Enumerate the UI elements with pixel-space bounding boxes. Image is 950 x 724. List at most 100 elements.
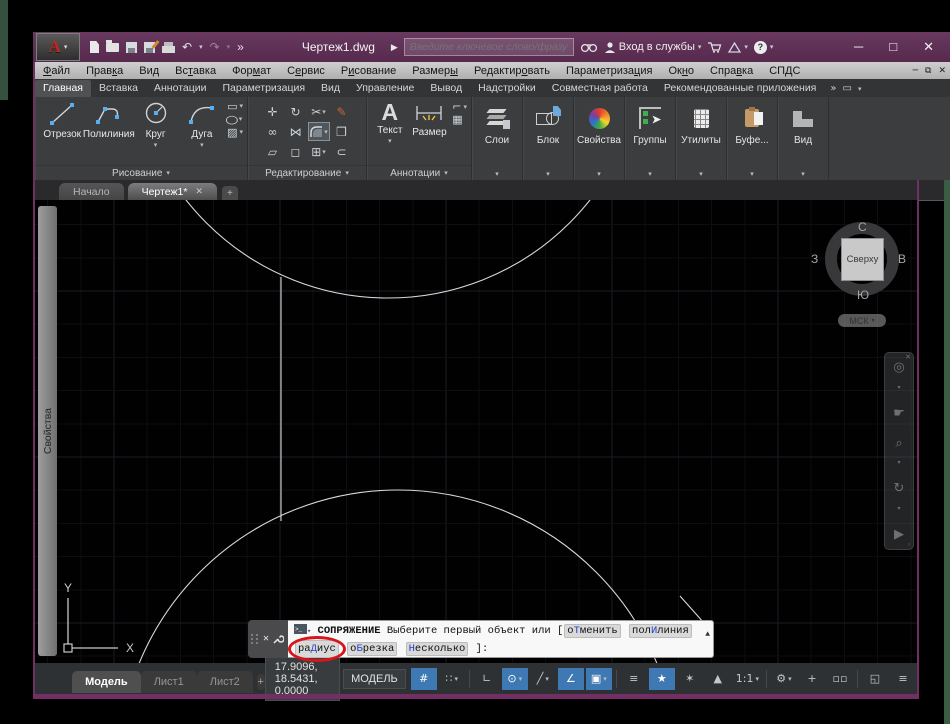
save-as-icon[interactable] xyxy=(144,41,155,53)
tab-start[interactable]: Начало xyxy=(59,183,124,200)
save-icon[interactable] xyxy=(126,41,137,53)
polar-tracking-toggle[interactable]: ⊙ ▾ xyxy=(501,667,528,690)
menu-item-11[interactable]: Справка xyxy=(702,65,761,77)
model-space-badge[interactable]: МОДЕЛЬ xyxy=(343,668,406,689)
mdi-minimize-button[interactable]: ─ xyxy=(913,66,918,76)
array-button[interactable]: ⊞ ▾ xyxy=(308,142,330,161)
stretch-button[interactable]: ⊂ xyxy=(331,142,353,161)
lineweight-toggle[interactable]: ≡ xyxy=(621,668,647,690)
panel-clipboard[interactable]: Буфе... ▾ xyxy=(727,97,778,180)
snap-mode-caret-icon[interactable]: ▾ xyxy=(455,675,459,683)
menu-item-4[interactable]: Формат xyxy=(224,65,279,77)
command-caret-icon[interactable]: ▾ xyxy=(307,628,311,636)
option-chip-2-2[interactable]: Несколько xyxy=(405,642,469,656)
showmotion-icon[interactable]: ▶ xyxy=(894,527,904,542)
customization-toggle[interactable]: ≡ xyxy=(890,668,916,690)
workspace-settings-toggle[interactable]: ⚙ ▾ xyxy=(771,668,797,690)
arc-caret-icon[interactable]: ▾ xyxy=(200,141,204,149)
ribbon-tab-9[interactable]: Рекомендованные приложения xyxy=(656,80,825,97)
navigation-wheel-icon[interactable]: ◎ xyxy=(893,360,904,375)
panel-draw-footer[interactable]: Рисование ▾ xyxy=(35,165,247,180)
undo-caret-icon[interactable]: ▾ xyxy=(199,43,203,51)
panel-view[interactable]: Вид ▾ xyxy=(778,97,829,180)
panel-annotate-footer[interactable]: Аннотации ▾ xyxy=(367,165,471,180)
wcs-button[interactable]: МСК ▾ xyxy=(838,314,886,327)
layout-tab-list2[interactable]: Лист2 xyxy=(196,670,253,693)
a360-button[interactable]: ▾ xyxy=(728,41,748,53)
text-button[interactable]: A Текст ▾ xyxy=(371,100,409,145)
command-line-window[interactable]: ✕ ▾ СОПРЯЖЕНИЕ Выберите первый объект ил… xyxy=(248,620,714,662)
ribbon-tab-2[interactable]: Аннотации xyxy=(146,80,215,97)
new-drawing-tab-button[interactable]: + xyxy=(221,186,238,200)
annotation-scale-flag-toggle[interactable]: ▲ xyxy=(705,668,731,690)
panel-properties[interactable]: Свойства ▾ xyxy=(574,97,625,180)
navigation-bar[interactable]: ✕ ◎ ▾ ☛ ⌕ ▾ ↻ ▾ ▶ ◦ xyxy=(884,352,914,550)
ribbon-tab-3[interactable]: Параметризация xyxy=(215,80,314,97)
panel-layers[interactable]: Слои ▾ xyxy=(472,97,523,180)
polar-tracking-caret-icon[interactable]: ▾ xyxy=(519,675,523,683)
isolate-objects-toggle[interactable]: ▫▫ xyxy=(827,668,853,690)
viewcube-north[interactable]: С xyxy=(858,220,867,234)
menu-item-10[interactable]: Окно xyxy=(660,65,702,77)
isodraft-caret-icon[interactable]: ▾ xyxy=(545,675,549,683)
rotate-button[interactable]: ↻ xyxy=(285,102,307,121)
help-button[interactable]: ? ▾ xyxy=(753,40,773,54)
polyline-button[interactable]: Полилиния xyxy=(83,100,135,140)
leader-button[interactable]: ⌐ ▾ xyxy=(452,101,467,112)
tab-close-icon[interactable]: ✕ xyxy=(195,186,203,197)
line-button[interactable]: Отрезок xyxy=(39,100,85,140)
ribbon-tab-7[interactable]: Надстройки xyxy=(470,80,544,97)
panel-block[interactable]: Блок ▾ xyxy=(523,97,574,180)
qat-more-icon[interactable]: » xyxy=(237,41,244,53)
mdi-restore-button[interactable]: ⧉ xyxy=(925,66,931,76)
fillet-button[interactable]: ▾ xyxy=(307,122,330,141)
tab-drawing1[interactable]: Чертеж1* ✕ xyxy=(127,183,217,200)
model-space-canvas[interactable]: YX xyxy=(35,200,917,663)
ribbon-expand-icon[interactable]: » xyxy=(830,83,836,94)
orbit-icon[interactable]: ↻ xyxy=(894,481,905,496)
hatch-button[interactable]: ▨ ▾ xyxy=(227,127,243,138)
ribbon-tab-0[interactable]: Главная xyxy=(35,80,91,97)
menu-item-8[interactable]: Редактировать xyxy=(466,65,558,77)
grid-display-toggle[interactable]: # xyxy=(410,667,437,690)
object-snap-caret-icon[interactable]: ▾ xyxy=(603,675,607,683)
explode-button[interactable]: ❒ xyxy=(331,122,353,141)
menu-item-6[interactable]: Рисование xyxy=(333,65,404,77)
crosshair-toggle[interactable]: + xyxy=(799,668,825,690)
arc-button[interactable]: Дуга ▾ xyxy=(179,100,225,149)
clean-screen-toggle[interactable]: ◱ xyxy=(862,668,888,690)
panel-modify-footer[interactable]: Редактирование ▾ xyxy=(248,165,366,180)
wrench-icon[interactable] xyxy=(272,633,285,645)
viewcube-south[interactable]: Ю xyxy=(857,288,869,302)
ribbon-tab-1[interactable]: Вставка xyxy=(91,80,146,97)
search-input[interactable] xyxy=(403,38,574,56)
option-chip-2-1[interactable]: оБрезка xyxy=(347,642,398,656)
open-file-icon[interactable] xyxy=(106,39,119,52)
annotation-scale-toggle[interactable]: 1:1 ▾ xyxy=(733,668,762,690)
infocenter-collapse-icon[interactable]: ▶ xyxy=(391,42,398,53)
ribbon-tab-5[interactable]: Управление xyxy=(348,80,422,97)
isodraft-toggle[interactable]: ╱ ▾ xyxy=(530,668,556,690)
scale-button[interactable]: ◻ xyxy=(285,142,307,161)
redo-icon[interactable]: ↷ xyxy=(210,41,220,53)
trim-button[interactable]: ✂ ▾ xyxy=(308,102,330,121)
object-snap-tracking-toggle[interactable]: ∠ xyxy=(557,667,584,690)
plot-icon[interactable] xyxy=(162,41,175,53)
annotation-scale-caret-icon[interactable]: ▾ xyxy=(755,675,759,683)
undo-icon[interactable]: ↶ xyxy=(182,41,192,53)
copy-button[interactable]: ∞ xyxy=(262,122,284,141)
app-menu-button[interactable]: A ▾ xyxy=(36,33,80,61)
command-prompt[interactable]: ▾ СОПРЯЖЕНИЕ Выберите первый объект или … xyxy=(288,620,714,662)
text-caret-icon[interactable]: ▾ xyxy=(388,137,392,145)
zoom-icon[interactable]: ⌕ xyxy=(895,436,902,451)
viewcube-west[interactable]: З xyxy=(811,252,818,266)
erase-button[interactable]: ✎ xyxy=(331,102,353,121)
circle-caret-icon[interactable]: ▾ xyxy=(154,141,158,149)
maximize-button[interactable]: □ xyxy=(889,39,897,55)
drawing-circle[interactable] xyxy=(131,200,645,299)
navbar-options-icon[interactable]: ◦ xyxy=(907,541,911,549)
option-chip-1-1[interactable]: полИлиния xyxy=(629,624,692,638)
option-chip-1-0[interactable]: оТменить xyxy=(564,624,621,638)
ribbon-tab-6[interactable]: Вывод xyxy=(422,80,470,97)
redo-caret-icon[interactable]: ▾ xyxy=(227,43,231,51)
